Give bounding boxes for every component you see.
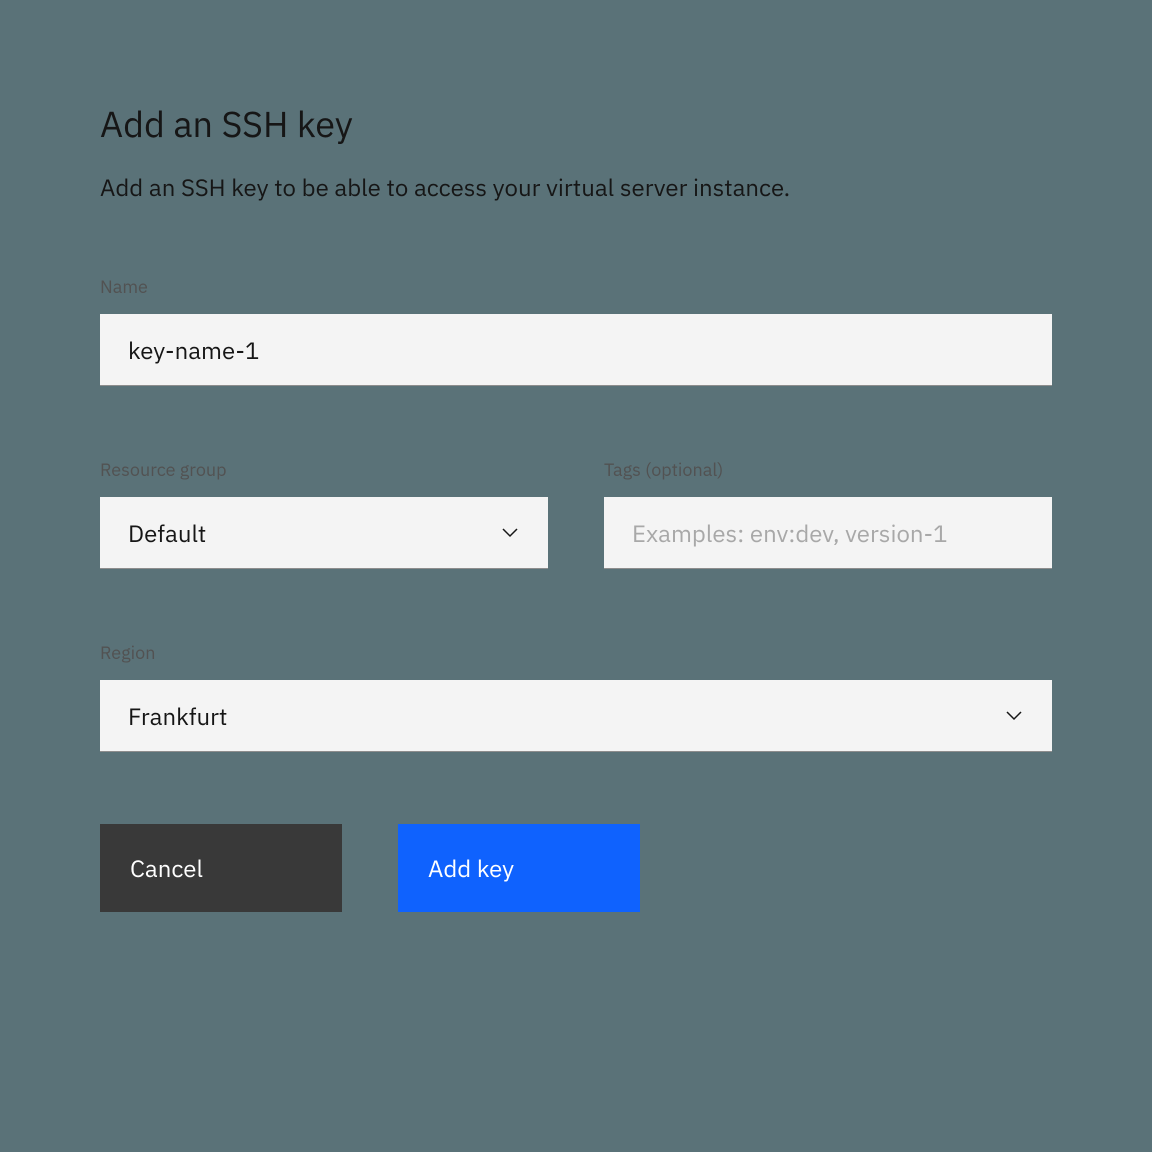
modal-subtitle: Add an SSH key to be able to access your… xyxy=(100,171,1052,203)
name-input[interactable] xyxy=(100,314,1052,386)
chevron-down-icon xyxy=(500,523,520,543)
tags-field: Tags (optional) xyxy=(604,458,1052,569)
button-row: Cancel Add key xyxy=(100,824,1052,912)
add-ssh-key-modal: Add an SSH key Add an SSH key to be able… xyxy=(100,100,1052,912)
resource-group-field: Resource group Default xyxy=(100,458,548,569)
region-select[interactable]: Frankfurt xyxy=(100,680,1052,752)
tags-label: Tags (optional) xyxy=(604,458,1052,481)
tags-input[interactable] xyxy=(604,497,1052,569)
region-field: Region Frankfurt xyxy=(100,641,1052,752)
name-field: Name xyxy=(100,275,1052,386)
resource-group-select[interactable]: Default xyxy=(100,497,548,569)
add-key-button[interactable]: Add key xyxy=(398,824,640,912)
region-value: Frankfurt xyxy=(128,700,1004,732)
resource-group-label: Resource group xyxy=(100,458,548,481)
resource-group-value: Default xyxy=(128,517,500,549)
region-label: Region xyxy=(100,641,1052,664)
cancel-button[interactable]: Cancel xyxy=(100,824,342,912)
chevron-down-icon xyxy=(1004,706,1024,726)
modal-title: Add an SSH key xyxy=(100,100,1052,147)
name-label: Name xyxy=(100,275,1052,298)
